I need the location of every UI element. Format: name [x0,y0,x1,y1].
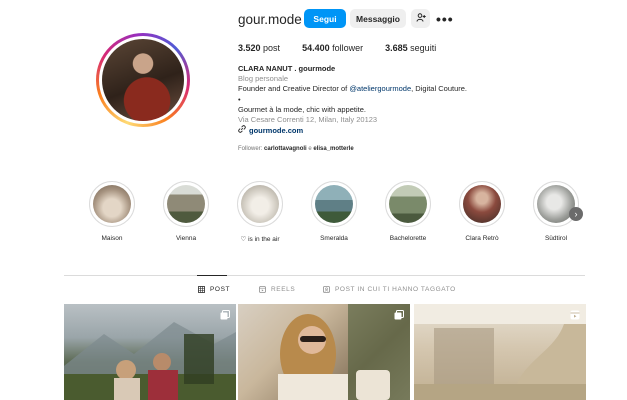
avatar-photo [102,39,184,121]
highlight-cover [463,185,501,223]
following-count[interactable]: 3.685 seguiti [385,43,436,53]
add-user-button[interactable] [411,9,430,28]
highlight-vienna[interactable]: Vienna [156,181,216,242]
post-thumbnail[interactable] [238,304,410,400]
profile-avatar[interactable] [96,33,190,127]
grid-icon [198,286,205,293]
highlight-bachelorette[interactable]: Bachelorette [378,181,438,242]
profile-address[interactable]: Via Cesare Correnti 12, Milan, Italy 201… [238,115,518,125]
highlight-cover [167,185,205,223]
reels-icon [259,286,266,293]
profile-full-name: CLARA NANUT . gourmode [238,64,336,73]
highlight-cover [93,185,131,223]
post-thumbnail[interactable] [414,304,586,400]
highlight-cover [315,185,353,223]
highlight-label: ♡ is in the air [240,236,280,243]
profile-bio: CLARA NANUT . gourmode Blog personale Fo… [238,64,518,136]
highlight-maison[interactable]: Maison [82,181,142,242]
profile-website[interactable]: gourmode.com [238,125,518,136]
highlight-smeralda[interactable]: Smeralda [304,181,364,242]
post-image [414,304,586,400]
post-image [64,322,236,400]
highlight-cover [241,185,279,223]
mention-link[interactable]: @ateliergourmode [349,84,411,93]
reel-icon [570,310,580,320]
highlight-clara-retro[interactable]: Clara Retrò [452,181,512,242]
tagged-icon [323,286,330,293]
profile-stats: 3.520 post 54.400 follower 3.685 seguiti [238,43,458,53]
post-image [278,304,410,400]
tab-post[interactable]: POST [198,286,230,293]
highlight-label: Clara Retrò [465,235,499,242]
highlight-love[interactable]: ♡ is in the air [230,181,290,243]
bio-bullet: • [238,94,241,104]
post-thumbnail[interactable] [64,304,236,400]
highlight-label: Maison [101,235,123,242]
highlight-cover [389,185,427,223]
message-button[interactable]: Messaggio [350,9,406,28]
tab-reels[interactable]: REELS [259,286,295,293]
followers-count[interactable]: 54.400 follower [302,43,363,53]
profile-username: gour.mode [238,12,302,27]
highlight-label: Vienna [175,235,197,242]
highlight-label: Südtirol [544,235,568,242]
highlight-label: Bachelorette [389,235,427,242]
tab-tagged[interactable]: POST IN CUI TI HANNO TAGGATO [323,286,456,293]
carousel-icon [394,310,404,320]
followed-by[interactable]: Follower: carlottavagnoli e elisa_motter… [238,146,354,152]
tabs-divider [64,275,585,276]
more-options-icon[interactable]: ••• [436,11,454,27]
link-icon [238,125,246,136]
posts-count[interactable]: 3.520 post [238,43,280,53]
add-user-icon [416,13,426,24]
tab-active-indicator [197,275,227,276]
chevron-right-icon[interactable]: › [569,207,583,221]
carousel-icon [220,310,230,320]
profile-category: Blog personale [238,74,289,84]
follow-button[interactable]: Segui [304,9,346,28]
bio-line-tagline: Gourmet à la mode, chic with appetite. [238,104,366,114]
highlight-label: Smeralda [320,235,348,242]
bio-line-founder: Founder and Creative Director of @atelie… [238,84,467,94]
